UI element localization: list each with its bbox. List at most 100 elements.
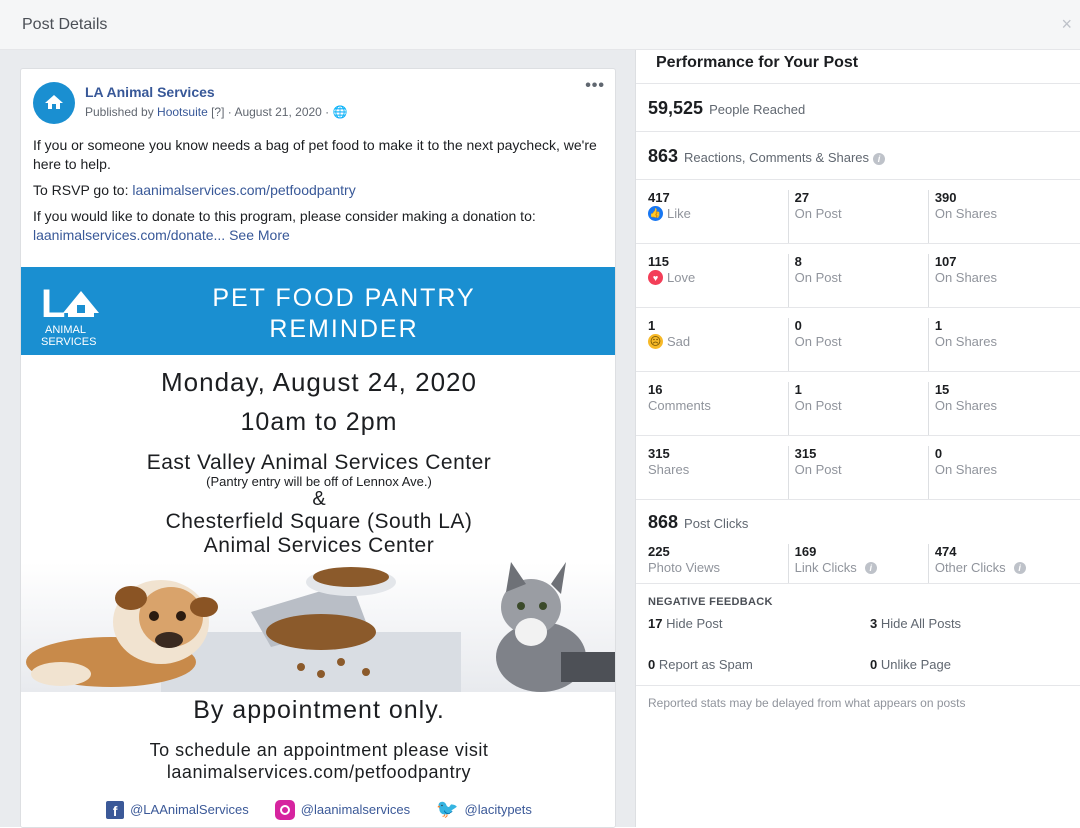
- on-post-label: On Post: [794, 270, 842, 285]
- stat-row-shares: 315 Shares 315 On Post 0 On Shares: [636, 436, 1080, 500]
- sad-on-shares-count: 1: [934, 318, 943, 333]
- dialog-header: Post Details ×: [0, 0, 1080, 50]
- flyer-location-2-line-2: Animal Services Center: [203, 534, 435, 557]
- publish-info: Published by Hootsuite [?] · August 21, …: [85, 105, 347, 119]
- unlike-page-stat: 0 Unlike Page: [870, 657, 1070, 686]
- hide-post-count: 17: [648, 616, 663, 631]
- hide-all-posts-stat: 3 Hide All Posts: [870, 616, 1070, 645]
- facebook-icon: f: [106, 800, 125, 819]
- pets-and-food-illustration: [21, 562, 615, 692]
- flyer-location-1-note: (Pantry entry will be off of Lennox Ave.…: [206, 474, 432, 489]
- love-on-post-count: 8: [794, 254, 802, 269]
- performance-pane: Performance for Your Post 59,525 People …: [635, 50, 1080, 827]
- flyer-location-2-line-1: Chesterfield Square (South LA): [165, 510, 473, 533]
- like-count: 417: [648, 190, 670, 205]
- flyer-location-2: Chesterfield Square (South LA) Animal Se…: [21, 510, 615, 558]
- house-logo-icon: [45, 95, 63, 109]
- donate-link[interactable]: laanimalservices.com/donate...: [33, 227, 225, 243]
- comments-on-shares-count: 15: [934, 382, 950, 397]
- unlike-page-label: Unlike Page: [880, 656, 951, 672]
- shares-on-shares-count: 0: [934, 446, 943, 461]
- reactions-label: Reactions, Comments & Shares i: [684, 150, 886, 165]
- reactions-comments-shares-row: 863 Reactions, Comments & Shares i: [636, 132, 1080, 180]
- on-post-label: On Post: [794, 334, 842, 349]
- hide-post-label: Hide Post: [666, 616, 723, 631]
- publisher-link[interactable]: Hootsuite: [157, 105, 208, 119]
- help-marker[interactable]: [?]: [211, 105, 224, 119]
- hide-all-posts-count: 3: [870, 616, 878, 631]
- published-by-prefix: Published by: [85, 105, 158, 119]
- info-icon[interactable]: i: [864, 561, 877, 574]
- info-icon[interactable]: i: [1013, 561, 1026, 574]
- flyer-banner: L ANIMAL SERVICES PET FOOD PANTRY REMIND…: [21, 267, 615, 355]
- unlike-page-count: 0: [870, 656, 878, 672]
- close-icon[interactable]: ×: [1061, 14, 1072, 35]
- stat-row-love: 115 ♥ Love 8 On Post 107 On Shares: [636, 244, 1080, 308]
- love-label: Love: [667, 270, 696, 285]
- flyer-date: Monday, August 24, 2020: [161, 367, 477, 397]
- post-paragraph-3: If you would like to donate to this prog…: [33, 207, 603, 245]
- sad-on-post-count: 0: [794, 318, 802, 333]
- on-post-label: On Post: [794, 462, 842, 477]
- page-name-link[interactable]: LA Animal Services: [85, 84, 347, 100]
- more-options-icon[interactable]: •••: [585, 77, 605, 95]
- post-paragraph-1: If you or someone you know needs a bag o…: [33, 137, 597, 172]
- instagram-icon: [274, 799, 295, 820]
- flyer-schedule: To schedule an appointment please visit …: [21, 739, 615, 783]
- shares-label: Shares: [648, 462, 690, 477]
- flyer-location-1: East Valley Animal Services Center: [146, 451, 492, 474]
- donate-prefix: If you would like to donate to this prog…: [33, 208, 536, 224]
- post-clicks-row: 868 Post Clicks: [636, 500, 1080, 540]
- see-more-link[interactable]: See More: [229, 227, 290, 243]
- info-icon[interactable]: i: [873, 152, 886, 165]
- like-reaction-icon: 👍: [648, 206, 663, 221]
- banner-line-2: REMINDER: [269, 315, 419, 343]
- rsvp-link[interactable]: laanimalservices.com/petfoodpantry: [132, 182, 355, 198]
- people-reached-count: 59,525: [648, 98, 704, 118]
- stat-row-like: 417 👍 Like 27 On Post 390 On Shares: [636, 180, 1080, 244]
- post-image[interactable]: L ANIMAL SERVICES PET FOOD PANTRY REMIND…: [21, 267, 615, 827]
- dialog-content: LA Animal Services Published by Hootsuit…: [0, 50, 1080, 828]
- photo-views-label: Photo Views: [648, 560, 721, 575]
- globe-icon: 🌐: [332, 105, 348, 119]
- like-on-post-count: 27: [794, 190, 810, 205]
- twitter-handle: 🐦 @lacitypets: [436, 799, 532, 820]
- rsvp-prefix: To RSVP go to:: [33, 182, 133, 198]
- flyer-ampersand: &: [312, 488, 326, 510]
- flyer-appointment-note: By appointment only.: [193, 696, 445, 724]
- other-clicks-count: 474: [934, 544, 957, 559]
- people-reached-label: People Reached: [709, 102, 806, 117]
- report-spam-label: Report as Spam: [658, 656, 753, 672]
- post-header: LA Animal Services Published by Hootsuit…: [21, 69, 615, 124]
- negative-feedback-title: NEGATIVE FEEDBACK: [648, 596, 773, 608]
- page-avatar[interactable]: [33, 82, 75, 124]
- facebook-handle-text: @LAAnimalServices: [130, 802, 249, 817]
- love-count: 115: [648, 254, 669, 269]
- flyer-social-handles: f @LAAnimalServices @laanimalservices 🐦 @l…: [21, 799, 615, 820]
- svg-text:L: L: [41, 282, 65, 326]
- stat-row-sad: 1 ☹ Sad 0 On Post 1 On Shares: [636, 308, 1080, 372]
- post-card: LA Animal Services Published by Hootsuit…: [20, 68, 616, 828]
- post-preview-pane: LA Animal Services Published by Hootsuit…: [0, 50, 635, 828]
- post-clicks-count: 868: [648, 512, 679, 532]
- logo-line-2: SERVICES: [41, 336, 96, 348]
- sad-reaction-icon: ☹: [648, 334, 663, 349]
- on-post-label: On Post: [794, 398, 842, 413]
- report-spam-stat: 0 Report as Spam: [648, 657, 870, 686]
- dialog-title: Post Details: [22, 15, 108, 33]
- other-clicks-label: Other Clicks: [934, 560, 1006, 575]
- on-shares-label: On Shares: [934, 398, 997, 413]
- sad-count: 1: [648, 318, 656, 333]
- banner-line-1: PET FOOD PANTRY: [212, 284, 476, 312]
- post-date[interactable]: · August 21, 2020 ·: [224, 105, 332, 119]
- post-text: If you or someone you know needs a bag o…: [21, 124, 615, 245]
- love-on-shares-count: 107: [934, 254, 957, 269]
- people-reached-row: 59,525 People Reached: [636, 84, 1080, 132]
- post-clicks-label: Post Clicks: [684, 516, 749, 531]
- performance-title: Performance for Your Post: [636, 50, 1080, 84]
- sad-label: Sad: [667, 334, 691, 349]
- on-shares-label: On Shares: [934, 270, 997, 285]
- shares-count: 315: [648, 446, 670, 461]
- comments-count: 16: [648, 382, 663, 397]
- on-shares-label: On Shares: [934, 462, 997, 477]
